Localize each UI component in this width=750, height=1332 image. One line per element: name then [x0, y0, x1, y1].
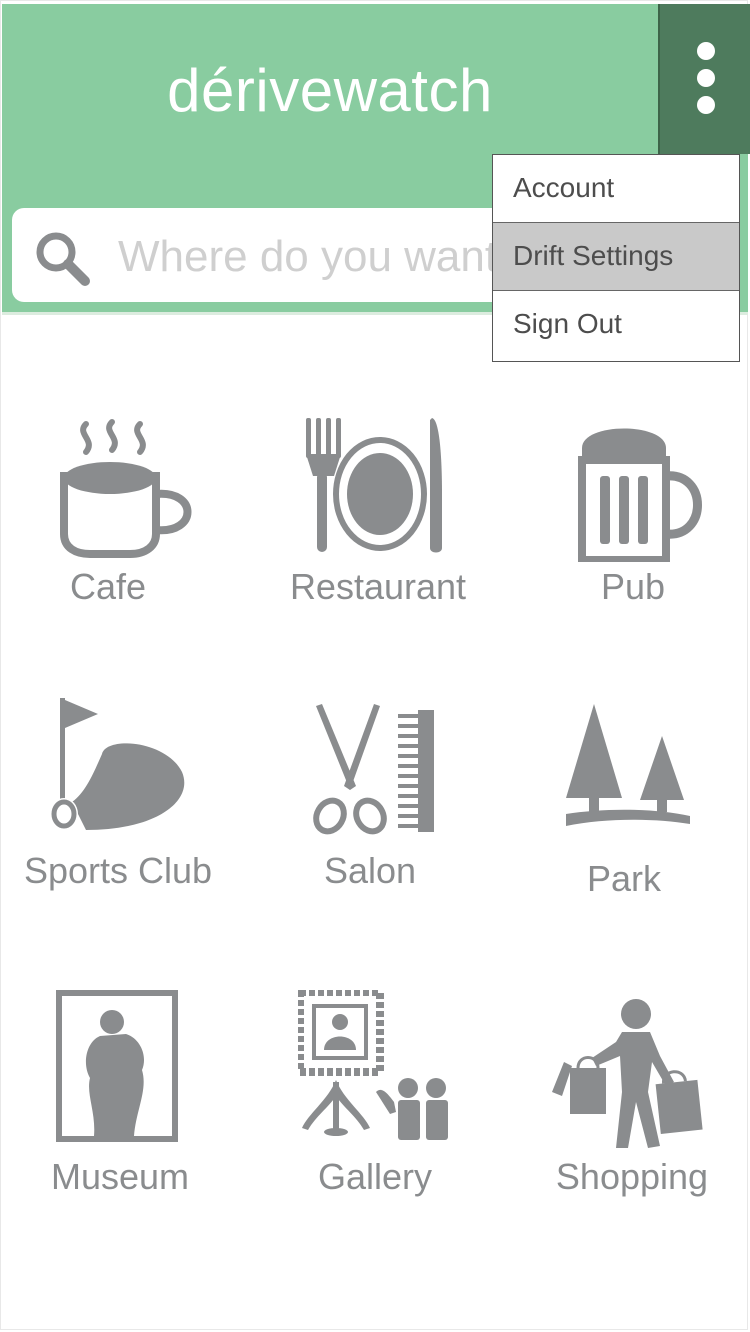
- category-label: Museum: [50, 1156, 190, 1197]
- scissors-comb-icon: [313, 704, 434, 835]
- menu-item-sign-out[interactable]: Sign Out: [493, 291, 739, 359]
- search-bar[interactable]: [12, 208, 572, 302]
- category-salon[interactable]: Salon: [290, 694, 450, 898]
- category-park[interactable]: Park: [560, 694, 690, 906]
- golf-flag-icon: [50, 698, 185, 830]
- category-label: Sports Club: [23, 850, 213, 891]
- statue-frame-icon: [56, 990, 178, 1142]
- trees-icon: [566, 704, 690, 826]
- menu-dot-icon: [697, 69, 715, 87]
- overflow-menu-button[interactable]: [658, 4, 750, 154]
- menu-item-account[interactable]: Account: [493, 155, 739, 223]
- menu-dot-icon: [697, 96, 715, 114]
- category-museum[interactable]: Museum: [40, 990, 200, 1197]
- category-label: Salon: [323, 850, 417, 891]
- category-label: Cafe: [69, 566, 147, 607]
- gallery-picture-icon: [298, 990, 448, 1140]
- category-gallery[interactable]: Gallery: [290, 990, 460, 1197]
- category-cafe[interactable]: Cafe: [20, 410, 196, 610]
- category-label: Park: [586, 858, 662, 899]
- beer-mug-icon: [578, 428, 702, 562]
- category-label: Restaurant: [289, 566, 467, 607]
- category-label: Pub: [600, 566, 666, 607]
- category-label: Shopping: [555, 1156, 709, 1197]
- overflow-dropdown-menu: Account Drift Settings Sign Out: [492, 154, 740, 362]
- menu-item-drift-settings[interactable]: Drift Settings: [493, 223, 739, 291]
- category-sports-club[interactable]: Sports Club: [18, 694, 218, 898]
- search-icon: [36, 232, 90, 286]
- fork-plate-knife-icon: [306, 418, 442, 553]
- category-label: Gallery: [317, 1156, 433, 1197]
- shopper-bags-icon: [552, 999, 703, 1148]
- app-title: dérivewatch: [167, 57, 493, 124]
- category-shopping[interactable]: Shopping: [550, 990, 714, 1197]
- menu-dot-icon: [697, 42, 715, 60]
- category-pub[interactable]: Pub: [560, 410, 706, 610]
- coffee-cup-icon: [60, 419, 192, 558]
- category-restaurant[interactable]: Restaurant: [280, 410, 476, 610]
